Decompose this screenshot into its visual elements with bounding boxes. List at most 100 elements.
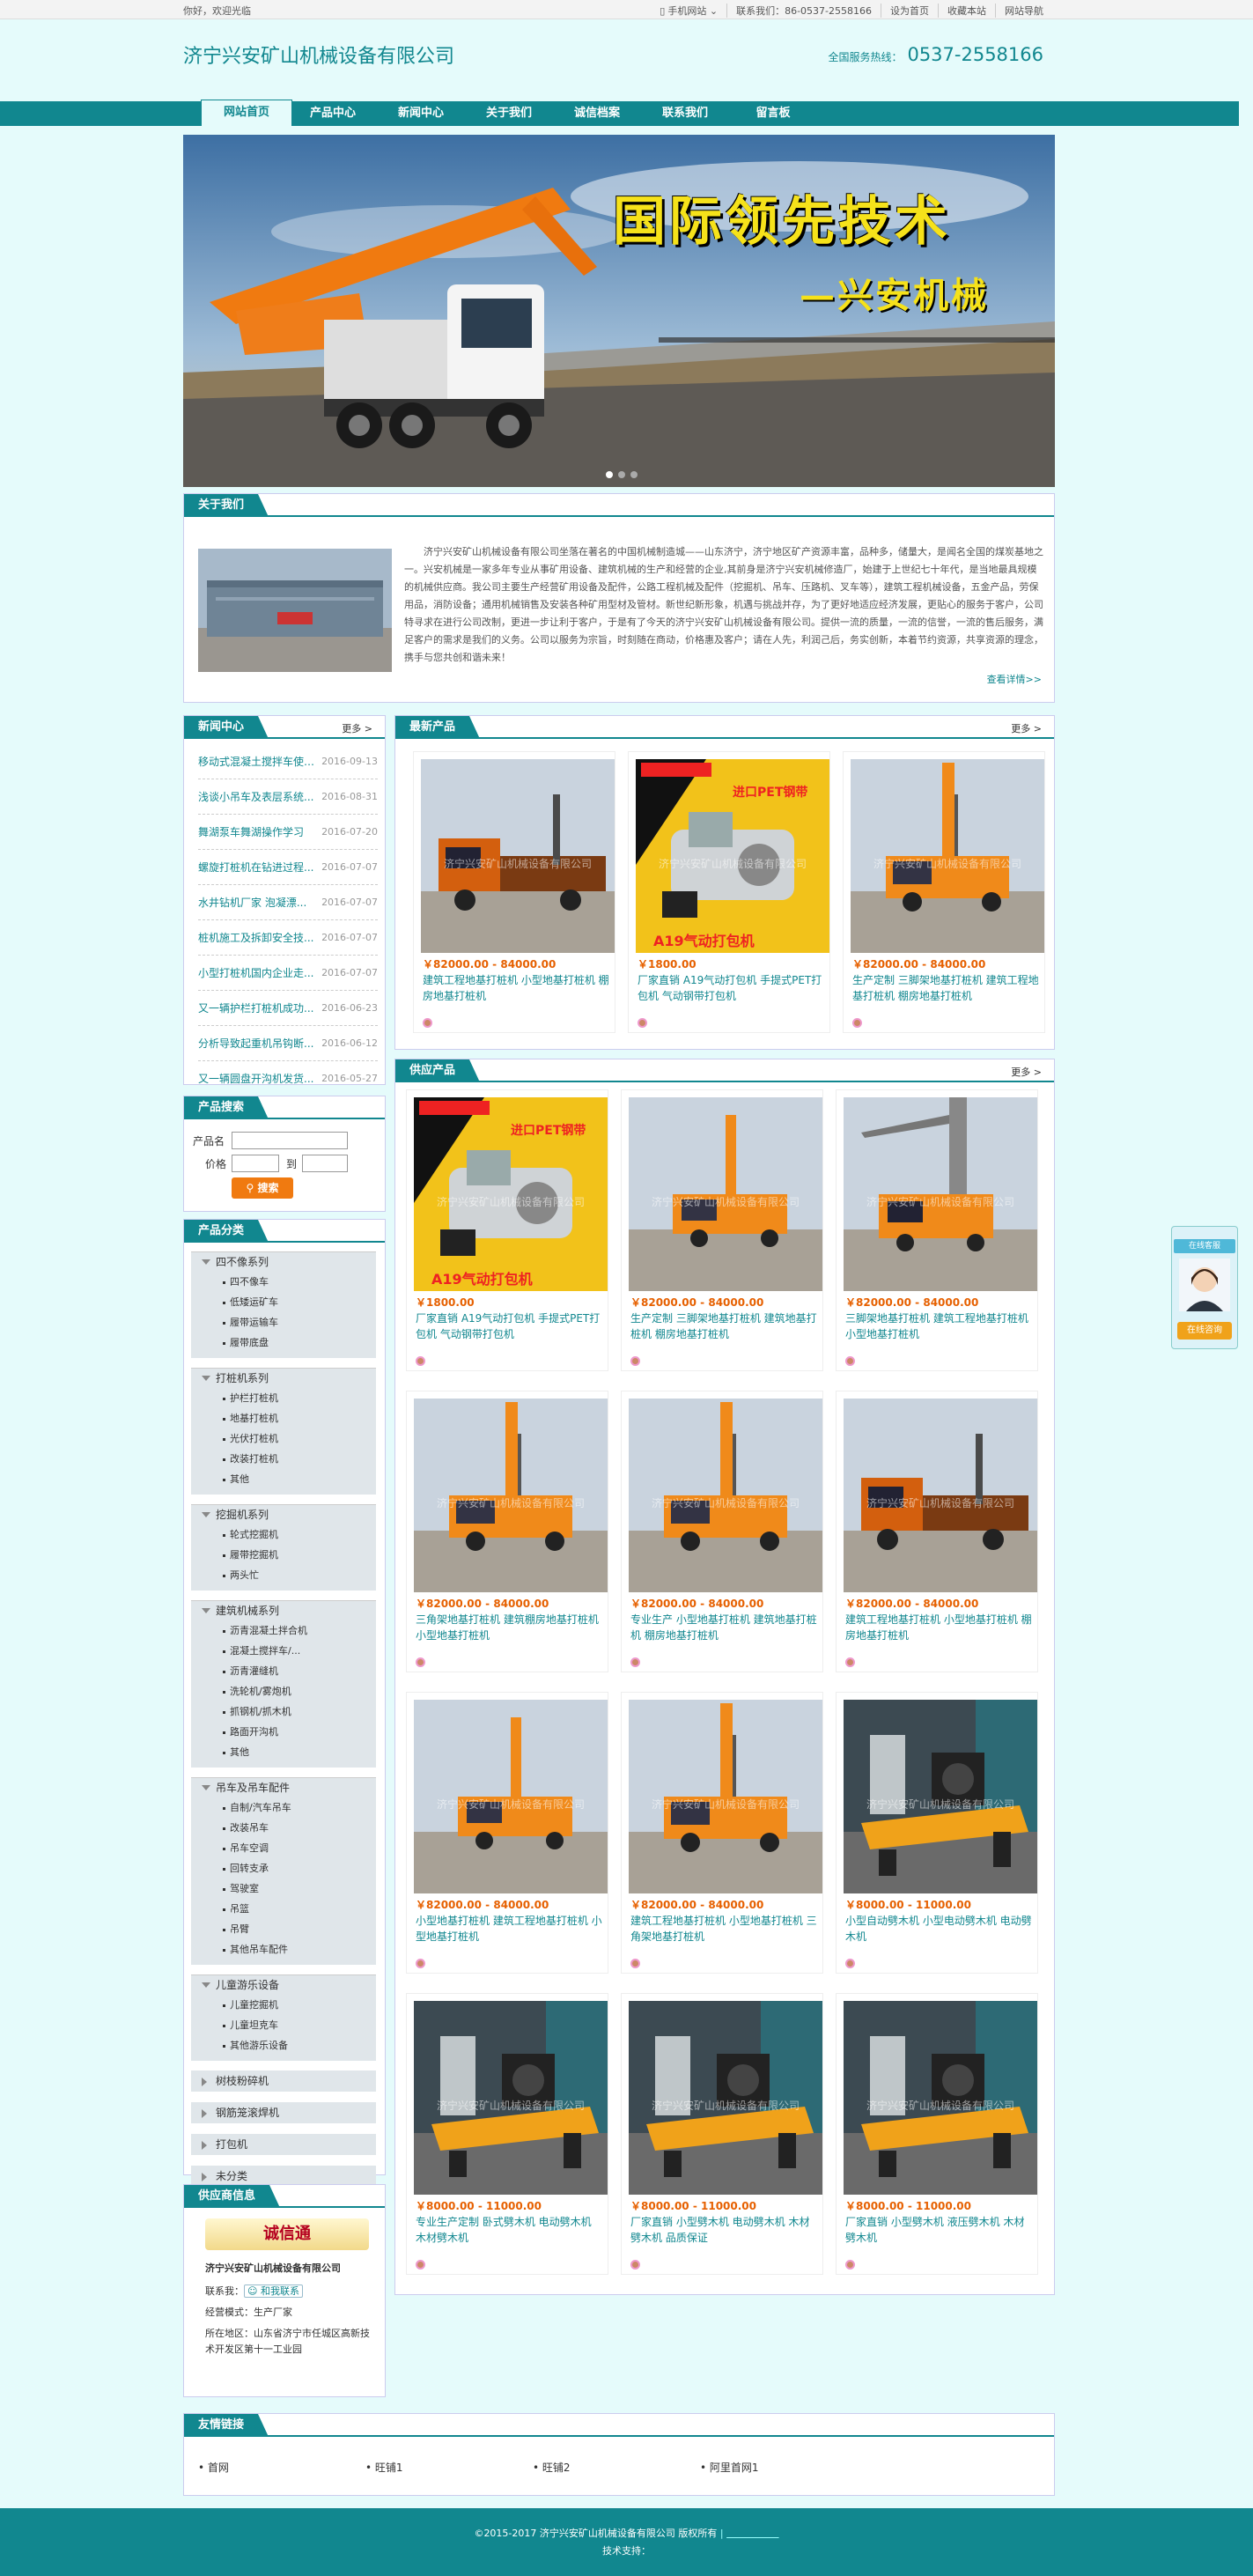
product-name[interactable]: 厂家直销 A19气动打包机 手提式PET打包机 气动钢带打包机 [638,972,827,1020]
product-card[interactable]: 济宁兴安矿山机械设备有限公司 ￥82000.00 - 84000.00 小型地基打桩… [406,1692,608,1974]
category-header[interactable]: 儿童游乐设备 [191,1975,376,1995]
category-item[interactable]: 路面开沟机 [191,1722,376,1742]
category-item[interactable]: 自制/汽车吊车 [191,1797,376,1818]
category-item[interactable]: 低矮运矿车 [191,1292,376,1312]
news-item-title[interactable]: 小型打桩机国内企业走... [198,956,321,991]
contact-me-button[interactable]: ☺ 和我联系 [244,2284,303,2298]
news-item-title[interactable]: 分析导致起重机吊钩断... [198,1026,321,1061]
product-name[interactable]: 建筑工程地基打桩机 小型地基打桩机 棚房地基打桩机 [845,1612,1035,1659]
product-image[interactable]: 济宁兴安矿山机械设备有限公司 [844,1399,1037,1592]
category-item[interactable]: 履带底盘 [191,1332,376,1353]
news-item-title[interactable]: 移动式混凝土搅拌车使用... [198,744,321,779]
product-name[interactable]: 专业生产 小型地基打桩机 建筑地基打桩机 棚房地基打桩机 [630,1612,820,1659]
contact-link[interactable]: 联系我们：86-0537-2558166 [726,4,881,18]
category-header[interactable]: 挖掘机系列 [191,1505,376,1524]
price-max-input[interactable] [302,1155,348,1172]
friend-link-3[interactable]: • 旺铺2 [533,2460,700,2475]
product-card[interactable]: 济宁兴安矿山机械设备有限公司 ￥82000.00 - 84000.00 生产定制 三… [843,751,1045,1033]
product-image[interactable]: 济宁兴安矿山机械设备有限公司 [629,1097,822,1291]
category-item[interactable]: 其他 [191,1469,376,1489]
bookmark-link[interactable]: 收藏本站 [938,4,995,18]
friend-link-1[interactable]: • 首网 [198,2460,365,2475]
news-item-title[interactable]: 又一辆护栏打桩机成功... [198,991,321,1026]
category-item[interactable]: 抓钢机/抓木机 [191,1701,376,1722]
news-item[interactable]: 舞湖泵车舞湖操作学习 2016-07-20 [198,815,378,850]
product-image[interactable]: 济宁兴安矿山机械设备有限公司 [629,2001,822,2195]
product-image[interactable]: 济宁兴安矿山机械设备有限公司 [629,1700,822,1893]
product-name[interactable]: 厂家直销 A19气动打包机 手提式PET打包机 气动钢带打包机 [416,1310,605,1358]
category-item[interactable]: 儿童坦克车 [191,2015,376,2035]
category-item[interactable]: 其他吊车配件 [191,1939,376,1960]
category-item[interactable]: 其他游乐设备 [191,2035,376,2056]
category-item[interactable]: 两头忙 [191,1565,376,1585]
product-card[interactable]: 济宁兴安矿山机械设备有限公司 ￥82000.00 - 84000.00 专业生产 小… [621,1391,823,1672]
news-item[interactable]: 又一辆护栏打桩机成功... 2016-06-23 [198,991,378,1026]
product-name[interactable]: 生产定制 三脚架地基打桩机 建筑工程地基打桩机 棚房地基打桩机 [852,972,1042,1020]
nav-news[interactable]: 新闻中心 [375,101,467,126]
nav-contact[interactable]: 联系我们 [639,101,731,126]
product-name[interactable]: 三脚架地基打桩机 建筑工程地基打桩机 小型地基打桩机 [845,1310,1035,1358]
news-item[interactable]: 桩机施工及拆卸安全技... 2016-07-07 [198,920,378,956]
category-item[interactable]: 护栏打桩机 [191,1388,376,1408]
product-card[interactable]: 济宁兴安矿山机械设备有限公司 ￥82000.00 - 84000.00 生产定制 三… [621,1089,823,1371]
nav-products[interactable]: 产品中心 [287,101,379,126]
product-image[interactable]: 济宁兴安矿山机械设备有限公司 [414,1700,608,1893]
set-homepage-link[interactable]: 设为首页 [881,4,938,18]
news-more-link[interactable]: 更多 > [342,721,372,735]
product-name[interactable]: 建筑工程地基打桩机 小型地基打桩机 三角架地基打桩机 [630,1913,820,1960]
supply-more-link[interactable]: 更多 > [1011,1065,1042,1079]
product-card[interactable]: 济宁兴安矿山机械设备有限公司 ￥8000.00 - 11000.00 小型自动劈木机… [836,1692,1038,1974]
news-item[interactable]: 又一辆圆盘开沟机发货... 2016-05-27 [198,1061,378,1096]
slider-dot-3[interactable] [630,471,638,478]
category-item[interactable]: 其他 [191,1742,376,1762]
product-image[interactable]: 济宁兴安矿山机械设备有限公司 [414,1399,608,1592]
product-image[interactable]: 济宁兴安矿山机械设备有限公司 [414,2001,608,2195]
site-nav-link[interactable]: 网站导航 [995,4,1052,18]
nav-guestbook[interactable]: 留言板 [727,101,819,126]
product-name[interactable]: 小型自动劈木机 小型电动劈木机 电动劈木机 [845,1913,1035,1960]
consult-button[interactable]: 在线咨询 [1177,1322,1232,1340]
category-item[interactable]: 履带运输车 [191,1312,376,1332]
product-card[interactable]: 济宁兴安矿山机械设备有限公司 ￥82000.00 - 84000.00 三脚架地基打… [836,1089,1038,1371]
product-card[interactable]: 济宁兴安矿山机械设备有限公司 ￥8000.00 - 11000.00 专业生产定制 … [406,1993,608,2275]
category-item[interactable]: 履带挖掘机 [191,1545,376,1565]
product-card[interactable]: 济宁兴安矿山机械设备有限公司 ￥82000.00 - 84000.00 建筑工程地基… [836,1391,1038,1672]
category-item[interactable]: 沥青混凝土拌合机 [191,1620,376,1641]
category-item[interactable]: 吊车空调 [191,1838,376,1858]
nav-home[interactable]: 网站首页 [201,100,292,126]
category-item[interactable]: 轮式挖掘机 [191,1524,376,1545]
category-collapsed[interactable]: 打包机 [191,2134,376,2155]
news-item-title[interactable]: 螺旋打桩机在钻进过程... [198,850,321,885]
category-item[interactable]: 改装吊车 [191,1818,376,1838]
product-image[interactable]: 济宁兴安矿山机械设备有限公司 [629,1399,822,1592]
nav-credit[interactable]: 诚信档案 [551,101,643,126]
category-item[interactable]: 吊篮 [191,1899,376,1919]
product-image[interactable]: 进口PET钢带 A19气动打包机 济宁兴安矿山机械设备有限公司 [414,1097,608,1291]
category-item[interactable]: 吊臂 [191,1919,376,1939]
news-item-title[interactable]: 舞湖泵车舞湖操作学习 [198,815,321,850]
product-name-input[interactable] [232,1132,348,1149]
product-image[interactable]: 进口PET钢带 A19气动打包机 济宁兴安矿山机械设备有限公司 [636,759,829,953]
product-name[interactable]: 厂家直销 小型劈木机 电动劈木机 木材劈木机 品质保证 [630,2214,820,2262]
slider-dot-1[interactable] [606,471,613,478]
product-image[interactable]: 济宁兴安矿山机械设备有限公司 [421,759,615,953]
product-name[interactable]: 建筑工程地基打桩机 小型地基打桩机 棚房地基打桩机 [423,972,612,1020]
news-item[interactable]: 螺旋打桩机在钻进过程... 2016-07-07 [198,850,378,885]
category-collapsed[interactable]: 树枝粉碎机 [191,2070,376,2092]
category-header[interactable]: 打桩机系列 [191,1369,376,1388]
news-item[interactable]: 分析导致起重机吊钩断... 2016-06-12 [198,1026,378,1061]
news-item-title[interactable]: 水井钻机厂家 泡凝漂... [198,885,321,920]
product-image[interactable]: 济宁兴安矿山机械设备有限公司 [844,1700,1037,1893]
news-item-title[interactable]: 又一辆圆盘开沟机发货... [198,1061,321,1096]
nav-about[interactable]: 关于我们 [463,101,555,126]
category-item[interactable]: 回转支承 [191,1858,376,1878]
slider-dot-2[interactable] [618,471,625,478]
floating-service[interactable]: 在线客服 在线咨询 [1171,1226,1238,1349]
category-item[interactable]: 混凝土搅拌车/... [191,1641,376,1661]
product-name[interactable]: 三角架地基打桩机 建筑棚房地基打桩机 小型地基打桩机 [416,1612,605,1659]
news-item[interactable]: 小型打桩机国内企业走... 2016-07-07 [198,956,378,991]
category-item[interactable]: 光伏打桩机 [191,1428,376,1449]
footer-link[interactable] [726,2528,778,2539]
category-item[interactable]: 洗轮机/雾炮机 [191,1681,376,1701]
price-min-input[interactable] [232,1155,279,1172]
